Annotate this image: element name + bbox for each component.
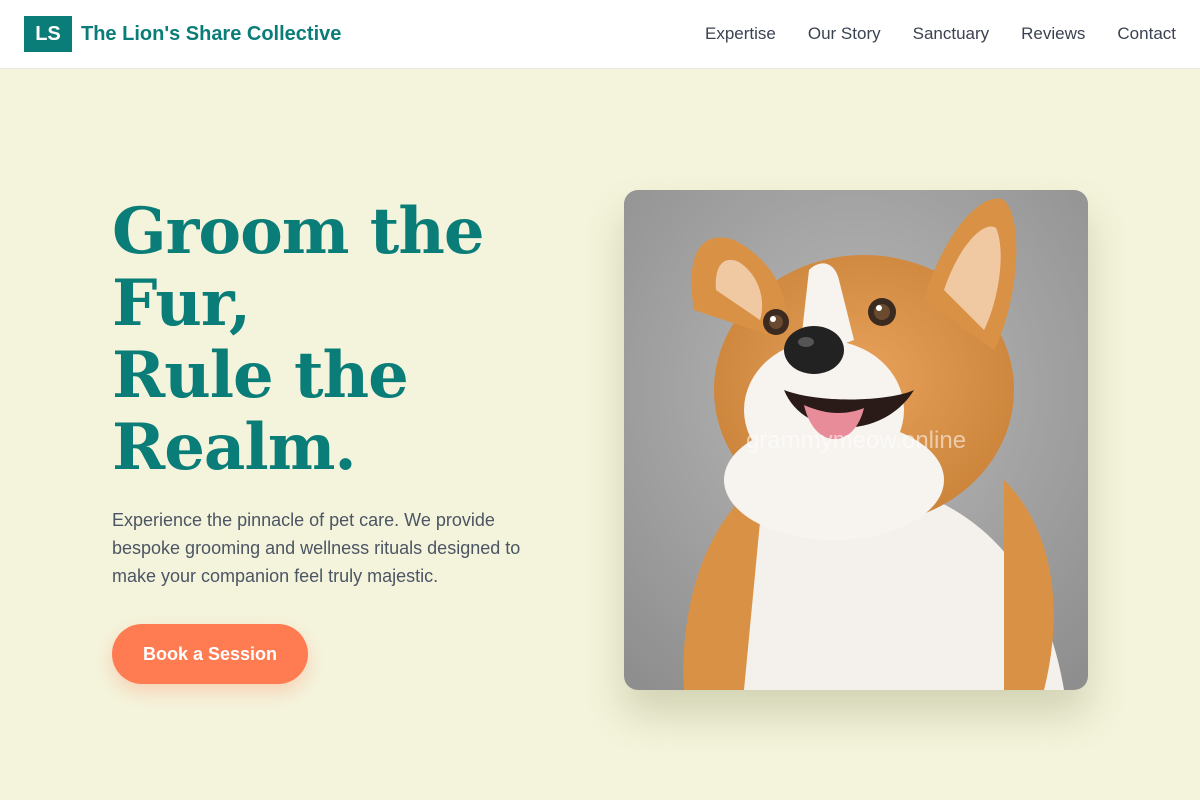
site-header: LS The Lion's Share Collective Expertise…	[0, 0, 1200, 69]
nav-link-contact[interactable]: Contact	[1117, 24, 1176, 44]
nav-link-our-story[interactable]: Our Story	[808, 24, 881, 44]
hero-title: Groom the Fur, Rule the Realm.	[112, 196, 572, 484]
brand-name: The Lion's Share Collective	[81, 22, 342, 45]
hero-description: Experience the pinnacle of pet care. We …	[112, 510, 521, 586]
hero-title-line: Rule the	[112, 338, 409, 413]
hero-title-line: Groom the	[112, 194, 485, 269]
book-session-button[interactable]: Book a Session	[112, 624, 308, 684]
watermark-text: grammymeow.online	[746, 427, 966, 454]
hero-title-line: Realm.	[112, 410, 357, 485]
nav-link-sanctuary[interactable]: Sanctuary	[913, 24, 990, 44]
hero-section: Groom the Fur, Rule the Realm. Experienc…	[112, 196, 572, 590]
corgi-illustration: grammymeow.online	[624, 190, 1088, 690]
nav-link-reviews[interactable]: Reviews	[1021, 24, 1085, 44]
brand-logo: LS	[24, 16, 72, 52]
nav-link-expertise[interactable]: Expertise	[705, 24, 776, 44]
main-nav: Expertise Our Story Sanctuary Reviews Co…	[705, 24, 1176, 44]
hero-title-line: Fur,	[112, 266, 251, 341]
brand-home-link[interactable]: LS The Lion's Share Collective	[24, 16, 341, 52]
hero-dog-image: grammymeow.online	[624, 190, 1088, 690]
